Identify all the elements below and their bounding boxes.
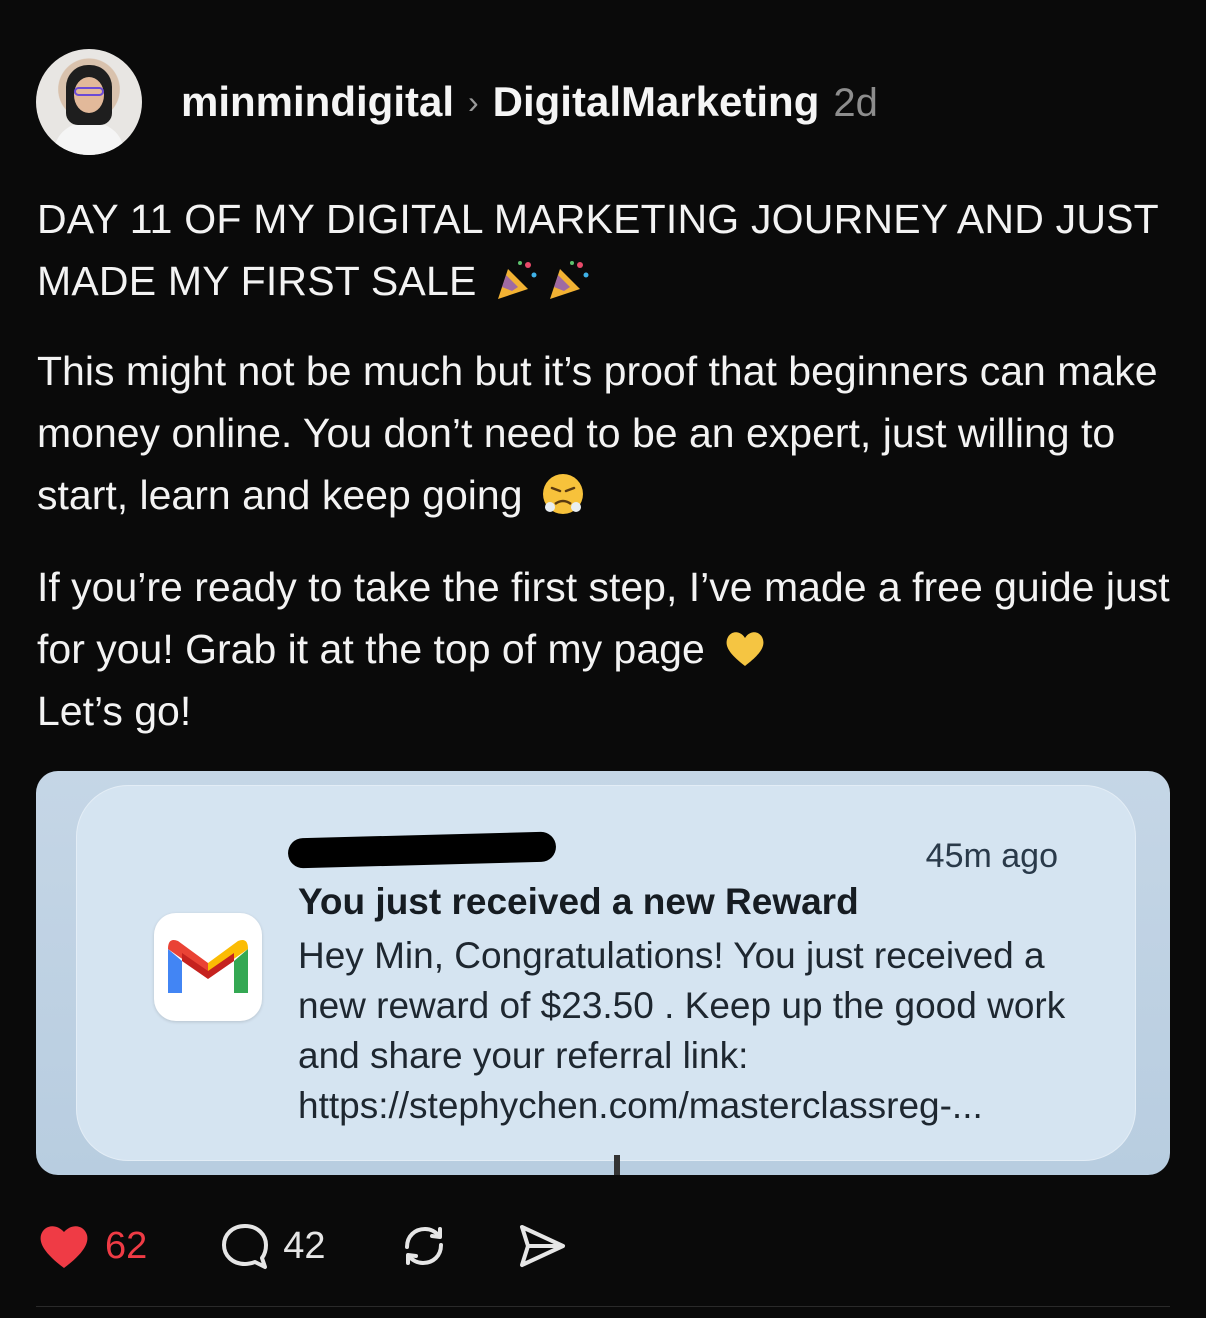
divider [36, 1306, 1170, 1307]
like-button[interactable]: 62 [37, 1221, 147, 1271]
gmail-icon [154, 913, 262, 1021]
repost-icon [404, 1226, 443, 1266]
post-paragraph: If you’re ready to take the first step, … [37, 556, 1172, 742]
notification-body: Hey Min, Congratulations! You just recei… [298, 935, 1066, 1126]
notification-title: You just received a new Reward [298, 881, 859, 922]
comment-icon [222, 1224, 269, 1269]
paragraph-3-text: Let’s go! [37, 688, 192, 734]
headline-text: DAY 11 OF MY DIGITAL MARKETING JOURNEY A… [37, 196, 1159, 304]
community-link[interactable]: DigitalMarketing [493, 78, 820, 126]
reply-button[interactable]: 42 [219, 1221, 326, 1271]
notification-card: 45m ago You just received a new Reward H… [76, 785, 1136, 1161]
post-paragraph: This might not be much but it’s proof th… [37, 340, 1172, 526]
notification-time: 45m ago [925, 837, 1058, 875]
yellow-heart-icon [726, 632, 764, 666]
post-meta: minmindigital › DigitalMarketing 2d [181, 78, 878, 126]
party-popper-icon [550, 261, 589, 299]
post-header: minmindigital › DigitalMarketing 2d [36, 48, 878, 156]
action-bar: 62 42 [37, 1218, 568, 1274]
username-link[interactable]: minmindigital [181, 78, 454, 126]
face-with-steam-icon [542, 474, 583, 514]
redacted-sender [287, 831, 557, 869]
paragraph-1-text: This might not be much but it’s proof th… [37, 348, 1158, 518]
heart-icon [40, 1226, 88, 1268]
post-timestamp: 2d [833, 81, 878, 125]
send-icon [519, 1225, 565, 1267]
chevron-right-icon: › [468, 84, 479, 120]
party-popper-icon [498, 261, 537, 299]
stand-line [614, 1155, 620, 1175]
like-count: 62 [105, 1224, 148, 1267]
share-button[interactable] [516, 1221, 568, 1271]
attached-screenshot[interactable]: 45m ago You just received a new Reward H… [36, 771, 1170, 1175]
post-headline: DAY 11 OF MY DIGITAL MARKETING JOURNEY A… [37, 188, 1172, 312]
avatar[interactable] [36, 49, 142, 155]
reply-count: 42 [283, 1224, 326, 1267]
repost-button[interactable] [398, 1221, 450, 1271]
paragraph-2-text: If you’re ready to take the first step, … [37, 564, 1170, 672]
